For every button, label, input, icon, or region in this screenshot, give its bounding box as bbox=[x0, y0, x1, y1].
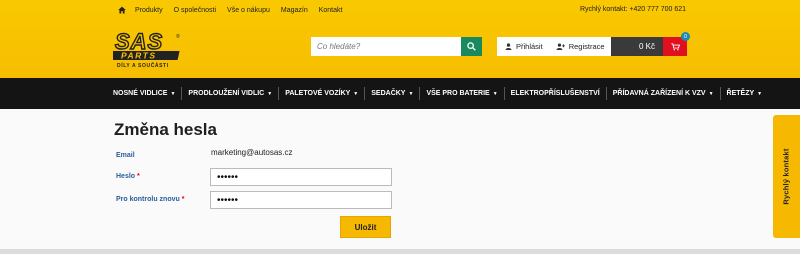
caret-down-icon: ▼ bbox=[353, 90, 359, 97]
caret-down-icon: ▼ bbox=[267, 90, 273, 97]
topnav-link-produkty[interactable]: Produkty bbox=[135, 7, 163, 14]
caret-down-icon: ▼ bbox=[408, 90, 414, 97]
quick-contact-tab[interactable]: Rychlý kontakt bbox=[773, 115, 800, 238]
cart-total[interactable]: 0 Kč bbox=[611, 37, 663, 56]
cart-count-badge: 0 bbox=[681, 32, 690, 41]
account-box: Přihlásit Registrace bbox=[497, 37, 611, 56]
save-button[interactable]: Uložit bbox=[340, 216, 391, 238]
svg-text:DÍLY A SOUČÁSTI: DÍLY A SOUČÁSTI bbox=[117, 61, 169, 69]
category-label: Vše pro baterie bbox=[426, 90, 490, 97]
category-label: Elektropříslušenství bbox=[510, 90, 600, 97]
page-title: Změna hesla bbox=[114, 120, 217, 139]
category-item[interactable]: Nosné vidlice ▼ bbox=[113, 90, 175, 97]
user-icon bbox=[505, 43, 512, 50]
category-item[interactable]: Přídavná zařízení k VZV ▼ bbox=[613, 90, 714, 97]
nav-separator bbox=[364, 87, 366, 100]
topnav-link-o-spolecnosti[interactable]: O společnosti bbox=[174, 7, 216, 14]
category-item[interactable]: Vše pro baterie ▼ bbox=[426, 90, 497, 97]
caret-down-icon: ▼ bbox=[492, 90, 498, 97]
required-mark: * bbox=[181, 196, 185, 203]
topnav-link-kontakt[interactable]: Kontakt bbox=[319, 7, 343, 14]
nav-separator bbox=[419, 87, 421, 100]
category-item[interactable]: Paletové vozíky ▼ bbox=[285, 90, 358, 97]
search-input[interactable] bbox=[311, 37, 461, 56]
sas-parts-logo[interactable]: SAS ® PARTS DÍLY A SOUČÁSTI bbox=[113, 30, 197, 70]
category-label: Řetězy bbox=[726, 90, 755, 97]
password-label: Heslo * bbox=[116, 173, 140, 180]
topnav-link-magazin[interactable]: Magazín bbox=[281, 7, 308, 14]
confirm-password-field[interactable] bbox=[210, 191, 392, 209]
register-label: Registrace bbox=[568, 42, 605, 51]
caret-down-icon: ▼ bbox=[170, 90, 176, 97]
category-label: Sedačky bbox=[371, 90, 406, 97]
search-button[interactable] bbox=[461, 37, 482, 56]
register-button[interactable]: Registrace bbox=[556, 42, 605, 51]
search-bar bbox=[311, 37, 482, 56]
category-item[interactable]: Elektropříslušenství bbox=[511, 90, 600, 97]
cart-icon bbox=[670, 42, 680, 50]
search-icon bbox=[467, 42, 476, 51]
site-header: Produkty O společnosti Vše o nákupu Maga… bbox=[0, 0, 800, 78]
nav-separator bbox=[605, 87, 607, 100]
category-item[interactable]: Prodloužení vidlic ▼ bbox=[188, 90, 272, 97]
nav-separator bbox=[278, 87, 280, 100]
category-label: Prodloužení vidlic bbox=[188, 90, 265, 97]
login-button[interactable]: Přihlásit bbox=[505, 42, 543, 51]
home-icon[interactable] bbox=[118, 6, 126, 14]
category-label: Paletové vozíky bbox=[285, 90, 351, 97]
quick-contact-phone: Rychlý kontakt: +420 777 700 621 bbox=[579, 6, 686, 13]
caret-down-icon: ▼ bbox=[757, 90, 763, 97]
category-label: Nosné vidlice bbox=[113, 90, 168, 97]
category-label: Přídavná zařízení k VZV bbox=[612, 90, 706, 97]
svg-text:®: ® bbox=[176, 33, 180, 40]
top-navigation: Produkty O společnosti Vše o nákupu Maga… bbox=[118, 6, 353, 14]
category-item[interactable]: Sedačky ▼ bbox=[371, 90, 413, 97]
svg-text:PARTS: PARTS bbox=[121, 51, 157, 61]
required-mark: * bbox=[137, 173, 140, 180]
email-value: marketing@autosas.cz bbox=[211, 148, 293, 157]
quick-contact-tab-label: Rychlý kontakt bbox=[782, 148, 791, 205]
login-label: Přihlásit bbox=[516, 42, 543, 51]
topnav-link-vse-o-nakupu[interactable]: Vše o nákupu bbox=[227, 7, 270, 14]
category-navigation: Nosné vidlice ▼ Prodloužení vidlic ▼ Paletov… bbox=[0, 78, 800, 109]
confirm-password-label: Pro kontrolu znovu * bbox=[116, 196, 185, 203]
footer-divider bbox=[0, 249, 800, 254]
category-item[interactable]: Řetězy ▼ bbox=[727, 90, 763, 97]
nav-separator bbox=[719, 87, 721, 100]
add-user-icon bbox=[556, 43, 565, 50]
nav-separator bbox=[181, 87, 183, 100]
caret-down-icon: ▼ bbox=[708, 90, 714, 97]
email-label: Email bbox=[116, 152, 135, 159]
nav-separator bbox=[503, 87, 505, 100]
password-field[interactable] bbox=[210, 168, 392, 186]
